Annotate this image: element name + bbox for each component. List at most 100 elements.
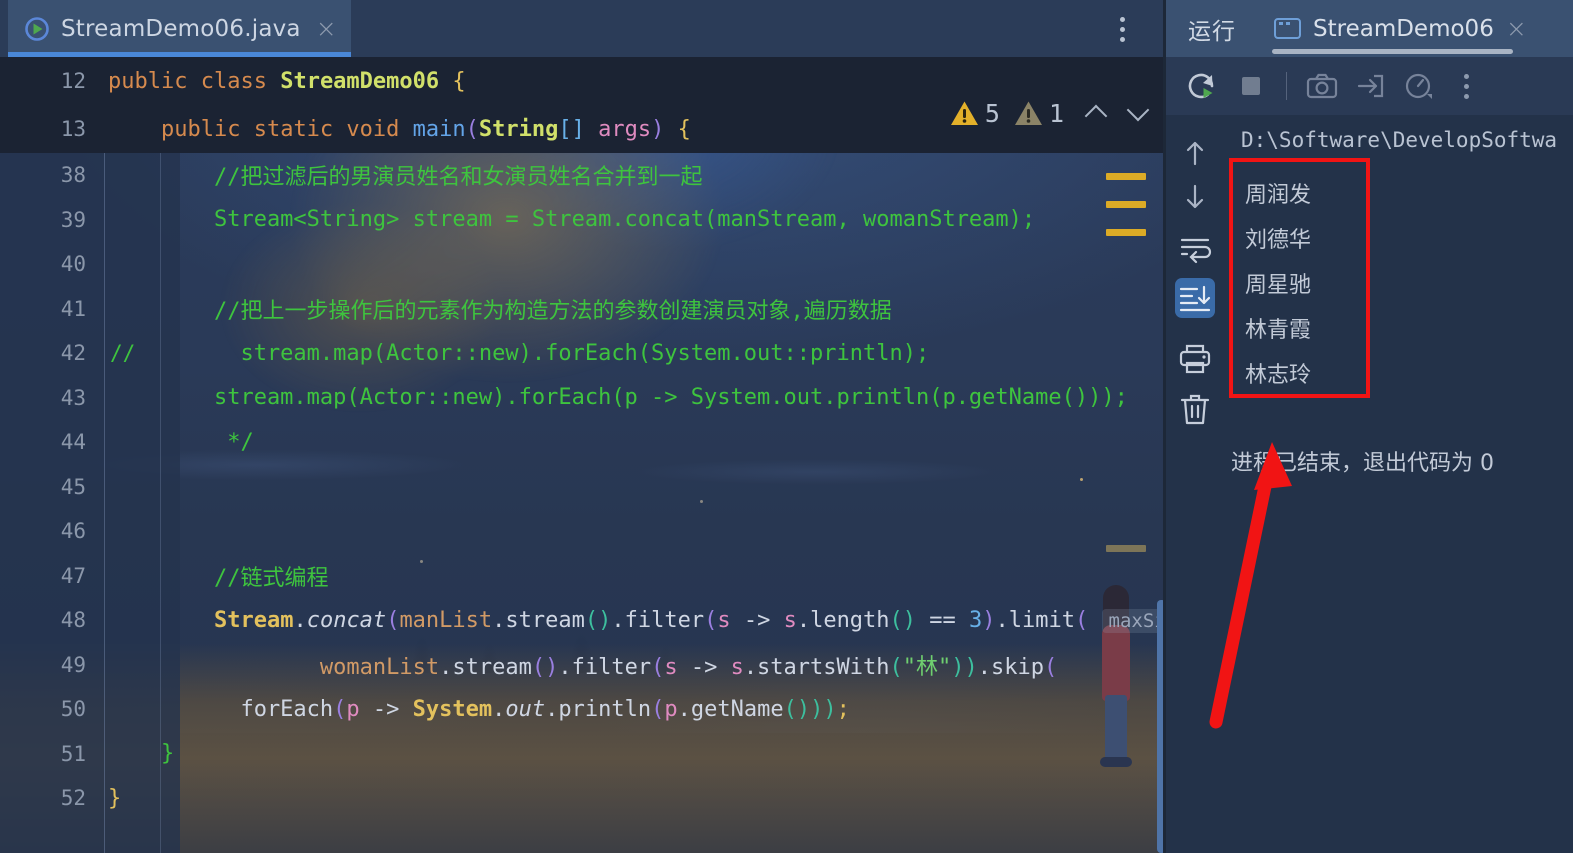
console-panel: D:\Software\DevelopSoftwa 周润发刘德华周星驰林青霞林志…	[1166, 115, 1573, 853]
screenshot-button[interactable]	[1303, 67, 1341, 105]
line-number: 41	[60, 296, 86, 321]
ide-window: 38 //把过滤后的男演员姓名和女演员姓名合并到一起 39 Stream<Stri…	[0, 0, 1573, 853]
code-line[interactable]: 52}	[0, 776, 1166, 821]
code-line[interactable]: 41 //把上一步操作后的元素作为构造方法的参数创建演员对象,遍历数据	[0, 287, 1166, 332]
warning-marker[interactable]	[1106, 201, 1146, 208]
line-number: 13	[60, 117, 86, 141]
scroll-down-button[interactable]	[1175, 177, 1215, 217]
weak-warning-indicator[interactable]: 1	[1014, 99, 1064, 128]
console-command-path: D:\Software\DevelopSoftwa	[1241, 128, 1558, 152]
console-output-line: 刘德华	[1245, 228, 1312, 253]
console-output-line: 林志玲	[1245, 363, 1312, 388]
scroll-to-end-button[interactable]	[1175, 278, 1215, 318]
inspection-widget[interactable]: 5 1	[950, 57, 1152, 153]
code-text: //把上一步操作后的元素作为构造方法的参数创建演员对象,遍历数据	[108, 298, 892, 324]
code-lines[interactable]: 38 //把过滤后的男演员姓名和女演员姓名合并到一起 39 Stream<Stri…	[0, 153, 1166, 853]
soft-wrap-button[interactable]	[1175, 228, 1215, 268]
code-line[interactable]: 44 */	[0, 420, 1166, 465]
trash-icon[interactable]	[1175, 389, 1215, 429]
previous-problem-icon[interactable]	[1084, 100, 1110, 126]
editor-tab-bar: StreamDemo06.java ×	[0, 0, 1166, 57]
line-number: 46	[60, 519, 86, 544]
stop-button[interactable]	[1232, 67, 1270, 105]
line-number: 49	[60, 652, 86, 677]
code-text: stream.map(Actor::new).forEach(System.ou…	[108, 340, 930, 366]
weak-warning-triangle-icon	[1014, 101, 1042, 125]
line-number: 48	[60, 608, 86, 633]
console-icon	[1274, 18, 1301, 39]
warning-triangle-icon	[950, 101, 978, 125]
pane-divider[interactable]	[1163, 0, 1166, 853]
line-number: 39	[60, 207, 86, 232]
code-line[interactable]: 48 Stream.concat(manList.stream().filter…	[0, 598, 1166, 643]
weak-warning-marker[interactable]	[1106, 545, 1146, 552]
console-sidebar	[1166, 115, 1223, 853]
editor-tab-streamdemo06[interactable]: StreamDemo06.java ×	[8, 0, 351, 57]
code-line[interactable]: 51 }	[0, 732, 1166, 777]
code-text: public static void main(String[] args) {	[160, 116, 691, 142]
close-icon[interactable]: ×	[316, 16, 337, 41]
export-button[interactable]	[1351, 67, 1389, 105]
run-toolbar	[1166, 57, 1573, 115]
console-exit-message: 进程已结束，退出代码为 0	[1231, 451, 1494, 476]
line-number: 52	[60, 786, 86, 811]
code-line[interactable]: 49 womanList.stream().filter(s -> s.star…	[0, 643, 1166, 688]
line-number: 42	[60, 341, 86, 366]
warning-marker[interactable]	[1106, 173, 1146, 180]
warning-marker[interactable]	[1106, 229, 1146, 236]
code-text: stream.map(Actor::new).forEach(p -> Syst…	[108, 385, 1128, 411]
editor-tab-label: StreamDemo06.java	[61, 15, 301, 42]
code-text: womanList.stream().filter(s -> s.startsW…	[319, 654, 1058, 680]
code-line[interactable]: 43 stream.map(Actor::new).forEach(p -> S…	[0, 376, 1166, 421]
console-output-line: 周星驰	[1245, 273, 1312, 298]
sticky-code-header: 12 public class StreamDemo06 { 13 public s…	[0, 57, 1166, 153]
code-text: //链式编程	[108, 565, 329, 591]
code-text: public class StreamDemo06 {	[108, 68, 466, 94]
next-problem-icon[interactable]	[1126, 100, 1152, 126]
run-tab-streamdemo06[interactable]: StreamDemo06 ×	[1262, 0, 1539, 57]
profiler-button[interactable]	[1399, 67, 1437, 105]
rerun-button[interactable]	[1184, 67, 1222, 105]
line-number: 47	[60, 563, 86, 588]
line-number: 44	[60, 430, 86, 455]
weak-warning-count: 1	[1048, 98, 1064, 128]
toolbar-divider	[1286, 72, 1287, 100]
line-number: 45	[60, 474, 86, 499]
run-tab-label: StreamDemo06	[1313, 15, 1494, 42]
line-number: 50	[60, 697, 86, 722]
run-tool-window: 运行 StreamDemo06 × D:\Software\DevelopSof…	[1166, 0, 1573, 853]
scroll-up-button[interactable]	[1175, 133, 1215, 173]
warning-count: 5	[984, 98, 1000, 128]
code-line[interactable]: 40	[0, 242, 1166, 287]
line-number: 12	[60, 69, 86, 93]
console-output[interactable]: D:\Software\DevelopSoftwa 周润发刘德华周星驰林青霞林志…	[1223, 115, 1573, 853]
code-line[interactable]: 50 forEach(p -> System.out.println(p.get…	[0, 687, 1166, 732]
line-number: 51	[60, 741, 86, 766]
code-text: //把过滤后的男演员姓名和女演员姓名合并到一起	[108, 165, 703, 191]
code-text: */	[108, 429, 254, 455]
print-button[interactable]	[1175, 338, 1215, 378]
code-text: Stream<String> stream = Stream.concat(ma…	[108, 207, 1036, 233]
code-line[interactable]: 46	[0, 509, 1166, 554]
close-icon[interactable]: ×	[1506, 14, 1527, 43]
warning-indicator[interactable]: 5	[950, 99, 1000, 128]
inspection-marker-column[interactable]	[1106, 153, 1154, 853]
code-text: forEach(p -> System.out.println(p.getNam…	[108, 696, 850, 722]
run-window-header: 运行 StreamDemo06 ×	[1166, 0, 1573, 57]
code-text: Stream.concat(manList.stream().filter(s …	[108, 608, 1166, 633]
code-text: }	[108, 741, 175, 767]
code-line[interactable]: 38 //把过滤后的男演员姓名和女演员姓名合并到一起	[0, 153, 1166, 198]
more-vertical-icon[interactable]	[1447, 67, 1485, 105]
console-output-line: 周润发	[1245, 183, 1312, 208]
code-line[interactable]: 42// stream.map(Actor::new).forEach(Syst…	[0, 331, 1166, 376]
java-class-icon	[24, 16, 50, 42]
line-number: 38	[60, 163, 86, 188]
code-line[interactable]: 47 //链式编程	[0, 554, 1166, 599]
run-window-title: 运行	[1188, 18, 1236, 45]
code-line[interactable]: 39 Stream<String> stream = Stream.concat…	[0, 198, 1166, 243]
editor-pane: 38 //把过滤后的男演员姓名和女演员姓名合并到一起 39 Stream<Stri…	[0, 0, 1166, 853]
code-line[interactable]: 45	[0, 465, 1166, 510]
console-output-line: 林青霞	[1245, 318, 1312, 343]
line-number: 40	[60, 252, 86, 277]
more-vertical-icon[interactable]	[1108, 14, 1136, 44]
